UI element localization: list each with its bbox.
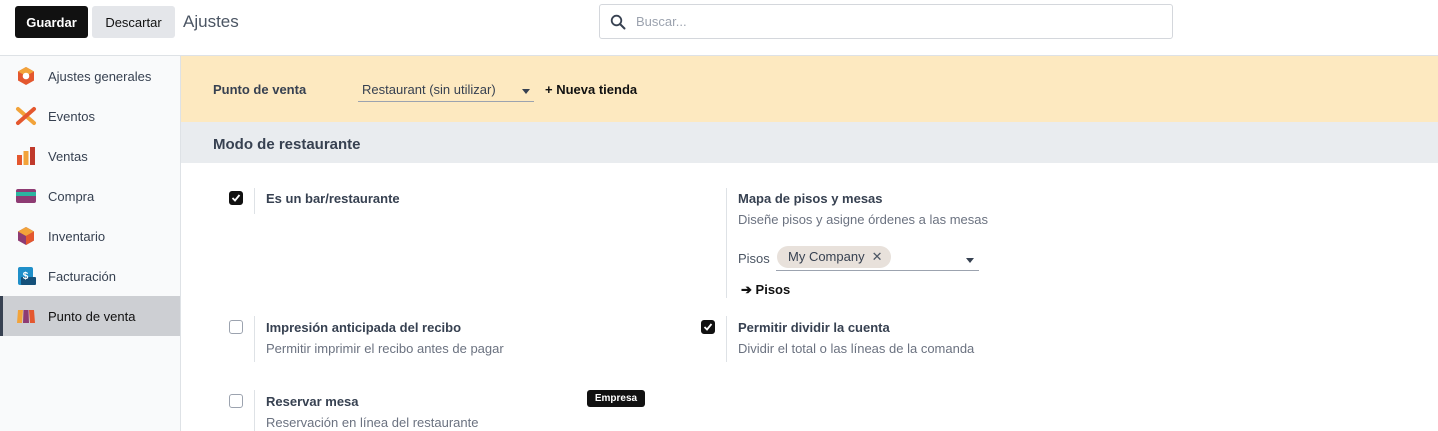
sidebar-item-sales[interactable]: Ventas [0,136,180,176]
section-title: Modo de restaurante [213,136,361,153]
events-app-icon [16,107,36,125]
split-bill-checkbox[interactable] [701,320,715,334]
arrow-right-icon: ➔ [741,282,752,297]
pos-selector-banner: Punto de venta Restaurant (sin utilizar)… [181,56,1438,122]
chevron-down-icon [522,89,530,94]
early-receipt-checkbox[interactable] [229,320,243,334]
enterprise-badge: Empresa [587,390,645,407]
page-title: Ajustes [183,12,239,31]
search-box[interactable] [599,4,1173,39]
divider [254,316,255,362]
sidebar-item-label: Ventas [48,149,88,164]
pos-select[interactable]: Restaurant (sin utilizar) [358,78,534,102]
setting-title: Es un bar/restaurante [266,191,400,206]
sidebar-item-label: Ajustes generales [48,69,152,84]
chevron-down-icon [966,258,974,263]
discard-button[interactable]: Descartar [92,6,175,38]
settings-sidebar: Ajustes generales Eventos Ventas Compra … [0,56,181,431]
setting-title: Permitir dividir la cuenta [738,320,890,335]
floors-link[interactable]: ➔ Pisos [741,282,790,298]
sidebar-item-point-of-sale[interactable]: Punto de venta [0,296,180,336]
remove-tag-icon[interactable]: ✕ [872,246,883,268]
purchase-app-icon [16,189,36,203]
settings-app-icon [18,67,34,85]
sidebar-item-label: Compra [48,189,95,204]
sidebar-item-purchase[interactable]: Compra [0,176,180,216]
search-icon [610,14,626,30]
section-header: Modo de restaurante [181,122,1438,163]
setting-title: Impresión anticipada del recibo [266,320,462,335]
floors-label: Pisos [738,251,770,266]
sidebar-item-label: Inventario [48,229,106,244]
check-icon [703,323,713,331]
save-button[interactable]: Guardar [15,6,88,38]
floor-tag: My Company ✕ [777,246,891,268]
table-booking-checkbox[interactable] [229,394,243,408]
divider [254,188,255,214]
sidebar-item-general-settings[interactable]: Ajustes generales [0,56,180,96]
sidebar-item-events[interactable]: Eventos [0,96,180,136]
pos-select-value: Restaurant (sin utilizar) [362,82,496,97]
sidebar-item-label: Facturación [48,269,116,284]
search-input[interactable] [636,5,1156,38]
setting-description: Reservación en línea del restaurante [266,415,479,430]
floors-many2many-field[interactable]: My Company ✕ [776,245,979,271]
divider [726,316,727,362]
sidebar-item-inventory[interactable]: Inventario [0,216,180,256]
sidebar-item-invoicing[interactable]: $ Facturación [0,256,180,296]
inventory-app-icon [18,227,34,245]
pos-app-icon [17,310,35,323]
sidebar-item-label: Punto de venta [48,309,136,324]
top-toolbar: Guardar Descartar Ajustes [0,0,1438,56]
floors-link-label: Pisos [755,282,791,297]
check-icon [231,194,241,202]
setting-description: Dividir el total o las líneas de la coma… [738,341,975,356]
divider [726,188,727,298]
new-store-button[interactable]: + Nueva tienda [545,82,637,97]
sales-app-icon [17,147,35,165]
invoicing-app-icon: $ [18,267,36,285]
setting-description: Diseñe pisos y asigne órdenes a las mesa… [738,212,989,227]
setting-title: Mapa de pisos y mesas [738,191,883,206]
is-restaurant-checkbox[interactable] [229,191,243,205]
pos-label: Punto de venta [213,82,307,97]
svg-text:$: $ [23,271,29,282]
sidebar-item-label: Eventos [48,109,95,124]
setting-title: Reservar mesa [266,394,359,409]
setting-description: Permitir imprimir el recibo antes de pag… [266,341,504,356]
divider [254,390,255,431]
floor-tag-label: My Company [788,249,865,264]
